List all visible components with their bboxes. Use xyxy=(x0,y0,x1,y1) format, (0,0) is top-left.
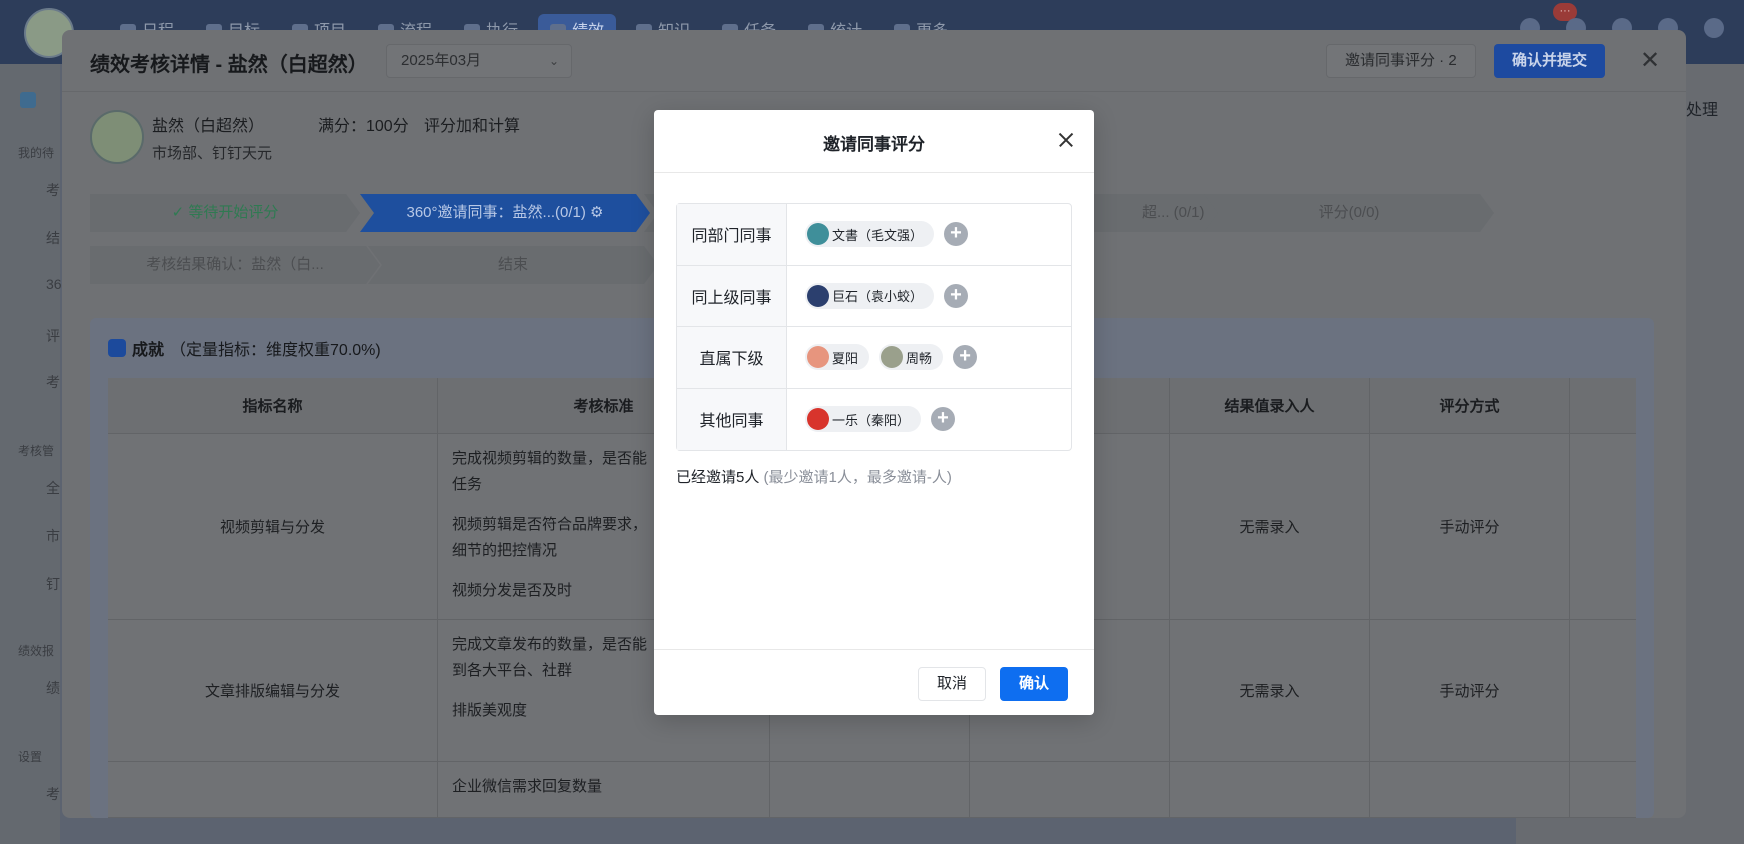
invite-colleagues-button[interactable]: 邀请同事评分 · 2 xyxy=(1326,44,1476,78)
group-row-other: 其他同事 一乐（秦阳） + xyxy=(677,388,1071,451)
avatar xyxy=(90,110,144,164)
group-label: 同部门同事 xyxy=(677,204,787,265)
sidebar-item[interactable]: 评 xyxy=(46,326,60,346)
table-row: 企业微信需求回复数量 xyxy=(108,762,1636,818)
sidebar-item[interactable]: 结 xyxy=(46,228,60,248)
modal-footer: 取消 确认 xyxy=(654,649,1094,715)
sidebar-item[interactable]: 考 xyxy=(46,372,60,392)
method-value: 手动评分 xyxy=(1370,620,1570,761)
avatar xyxy=(807,284,829,307)
invite-summary: 已经邀请5人 (最少邀请1人，最多邀请-人) xyxy=(676,469,952,486)
module-icon xyxy=(20,92,36,108)
group-people: 一乐（秦阳） + xyxy=(787,389,1071,451)
month-select[interactable]: 2025年03月 ⌄ xyxy=(386,44,572,78)
avatar xyxy=(881,346,904,369)
add-person-button[interactable]: + xyxy=(953,345,978,370)
panel-title: 绩效考核详情 - 盐然（白超然） xyxy=(90,54,368,76)
group-people: 巨石（袁小蛟） + xyxy=(787,266,1071,327)
group-label: 其他同事 xyxy=(677,388,787,450)
person-chip[interactable]: 夏阳 xyxy=(805,344,870,371)
add-person-button[interactable]: + xyxy=(944,222,969,247)
step-waiting[interactable]: ✓ 等待开始评分 xyxy=(90,194,360,232)
chevron-down-icon: ⌄ xyxy=(548,54,559,68)
close-icon[interactable] xyxy=(1052,126,1080,154)
step-end[interactable]: 结束 xyxy=(368,246,658,284)
sidebar-item[interactable]: 考 xyxy=(46,784,60,804)
group-label: 同上级同事 xyxy=(677,265,787,326)
header-recorder: 结果值录入人 xyxy=(1170,378,1370,433)
sidebar-item[interactable]: 全 xyxy=(46,478,60,498)
sidebar-group-label: 考核管 xyxy=(18,444,55,458)
group-people: 文書（毛文强） + xyxy=(787,204,1071,265)
step-scoring[interactable]: 评分(0/0) xyxy=(1204,194,1494,232)
group-row-direct-reports: 直属下级 夏阳 周畅 + xyxy=(677,327,1071,389)
indicator-standard: 企业微信需求回复数量 xyxy=(438,762,770,817)
method-value: 手动评分 xyxy=(1370,434,1570,619)
person-chip[interactable]: 文書（毛文强） xyxy=(805,221,935,248)
hidden-cell xyxy=(770,762,970,817)
employee-name: 盐然（白超然） xyxy=(152,118,265,135)
recorder-value: 无需录入 xyxy=(1170,620,1370,761)
left-sidebar: 我的待 考 结 36 评 考 考核管 全 市 钉 绩效报 绩 设置 考 xyxy=(0,64,62,844)
sidebar-item[interactable]: 考 xyxy=(46,180,60,200)
add-person-button[interactable]: + xyxy=(944,283,969,308)
sidebar-group-label: 绩效报 xyxy=(18,644,55,658)
modal-title: 邀请同事评分 xyxy=(823,135,925,154)
indicator-name: 文章排版编辑与分发 xyxy=(108,620,438,761)
person-chip[interactable]: 一乐（秦阳） xyxy=(805,406,922,433)
invite-colleague-modal: 邀请同事评分 同部门同事 文書（毛文强） + 同上级同事 巨石（袁小蛟） + 直… xyxy=(654,110,1094,715)
header-indicator-name: 指标名称 xyxy=(108,378,438,433)
group-row-same-superior: 同上级同事 巨石（袁小蛟） + xyxy=(677,265,1071,327)
modal-header: 邀请同事评分 xyxy=(654,110,1094,173)
step-result-confirm[interactable]: 考核结果确认：盐然（白... xyxy=(90,246,380,284)
recorder-value xyxy=(1170,762,1370,817)
flag-icon xyxy=(108,339,126,357)
close-icon[interactable]: ✕ xyxy=(1640,46,1660,75)
indicator-name: 视频剪辑与分发 xyxy=(108,434,438,619)
method-value xyxy=(1370,762,1570,817)
invite-groups-table: 同部门同事 文書（毛文强） + 同上级同事 巨石（袁小蛟） + 直属下级 夏阳 … xyxy=(676,203,1072,451)
sidebar-group-label: 设置 xyxy=(18,750,43,764)
section-title: 成就 （定量指标：维度权重70.0%) xyxy=(108,336,381,360)
recorder-value: 无需录入 xyxy=(1170,434,1370,619)
group-row-same-dept: 同部门同事 文書（毛文强） + xyxy=(677,204,1071,266)
confirm-button[interactable]: 确认 xyxy=(1000,667,1068,701)
cancel-button[interactable]: 取消 xyxy=(918,667,986,701)
group-label: 直属下级 xyxy=(677,327,787,388)
sidebar-item[interactable]: 绩 xyxy=(46,678,60,698)
sidebar-group-label: 我的待 xyxy=(18,146,55,160)
group-people: 夏阳 周畅 + xyxy=(787,327,1071,388)
limit-value xyxy=(970,762,1170,817)
person-chip[interactable]: 巨石（袁小蛟） xyxy=(805,282,935,309)
full-score: 满分：100分 xyxy=(318,118,409,135)
score-calc-mode: 评分加和计算 xyxy=(424,118,521,135)
add-person-button[interactable]: + xyxy=(931,407,956,432)
avatar xyxy=(807,346,829,369)
background-action-text: 处理 xyxy=(1686,102,1719,119)
sidebar-item[interactable]: 36 xyxy=(46,276,62,292)
header-method: 评分方式 xyxy=(1370,378,1570,433)
sidebar-item[interactable]: 钉 xyxy=(46,574,60,594)
sidebar-item[interactable]: 市 xyxy=(46,526,60,546)
step-360-invite[interactable]: 360°邀请同事：盐然...(0/1) ⚙ xyxy=(360,194,650,232)
employee-dept: 市场部、钉钉天元 xyxy=(152,145,273,162)
avatar xyxy=(807,408,829,431)
avatar xyxy=(807,223,829,246)
question-icon[interactable] xyxy=(1704,18,1724,38)
person-chip[interactable]: 周畅 xyxy=(879,344,944,371)
indicator-name xyxy=(108,762,438,817)
confirm-submit-button[interactable]: 确认并提交 xyxy=(1494,44,1606,78)
